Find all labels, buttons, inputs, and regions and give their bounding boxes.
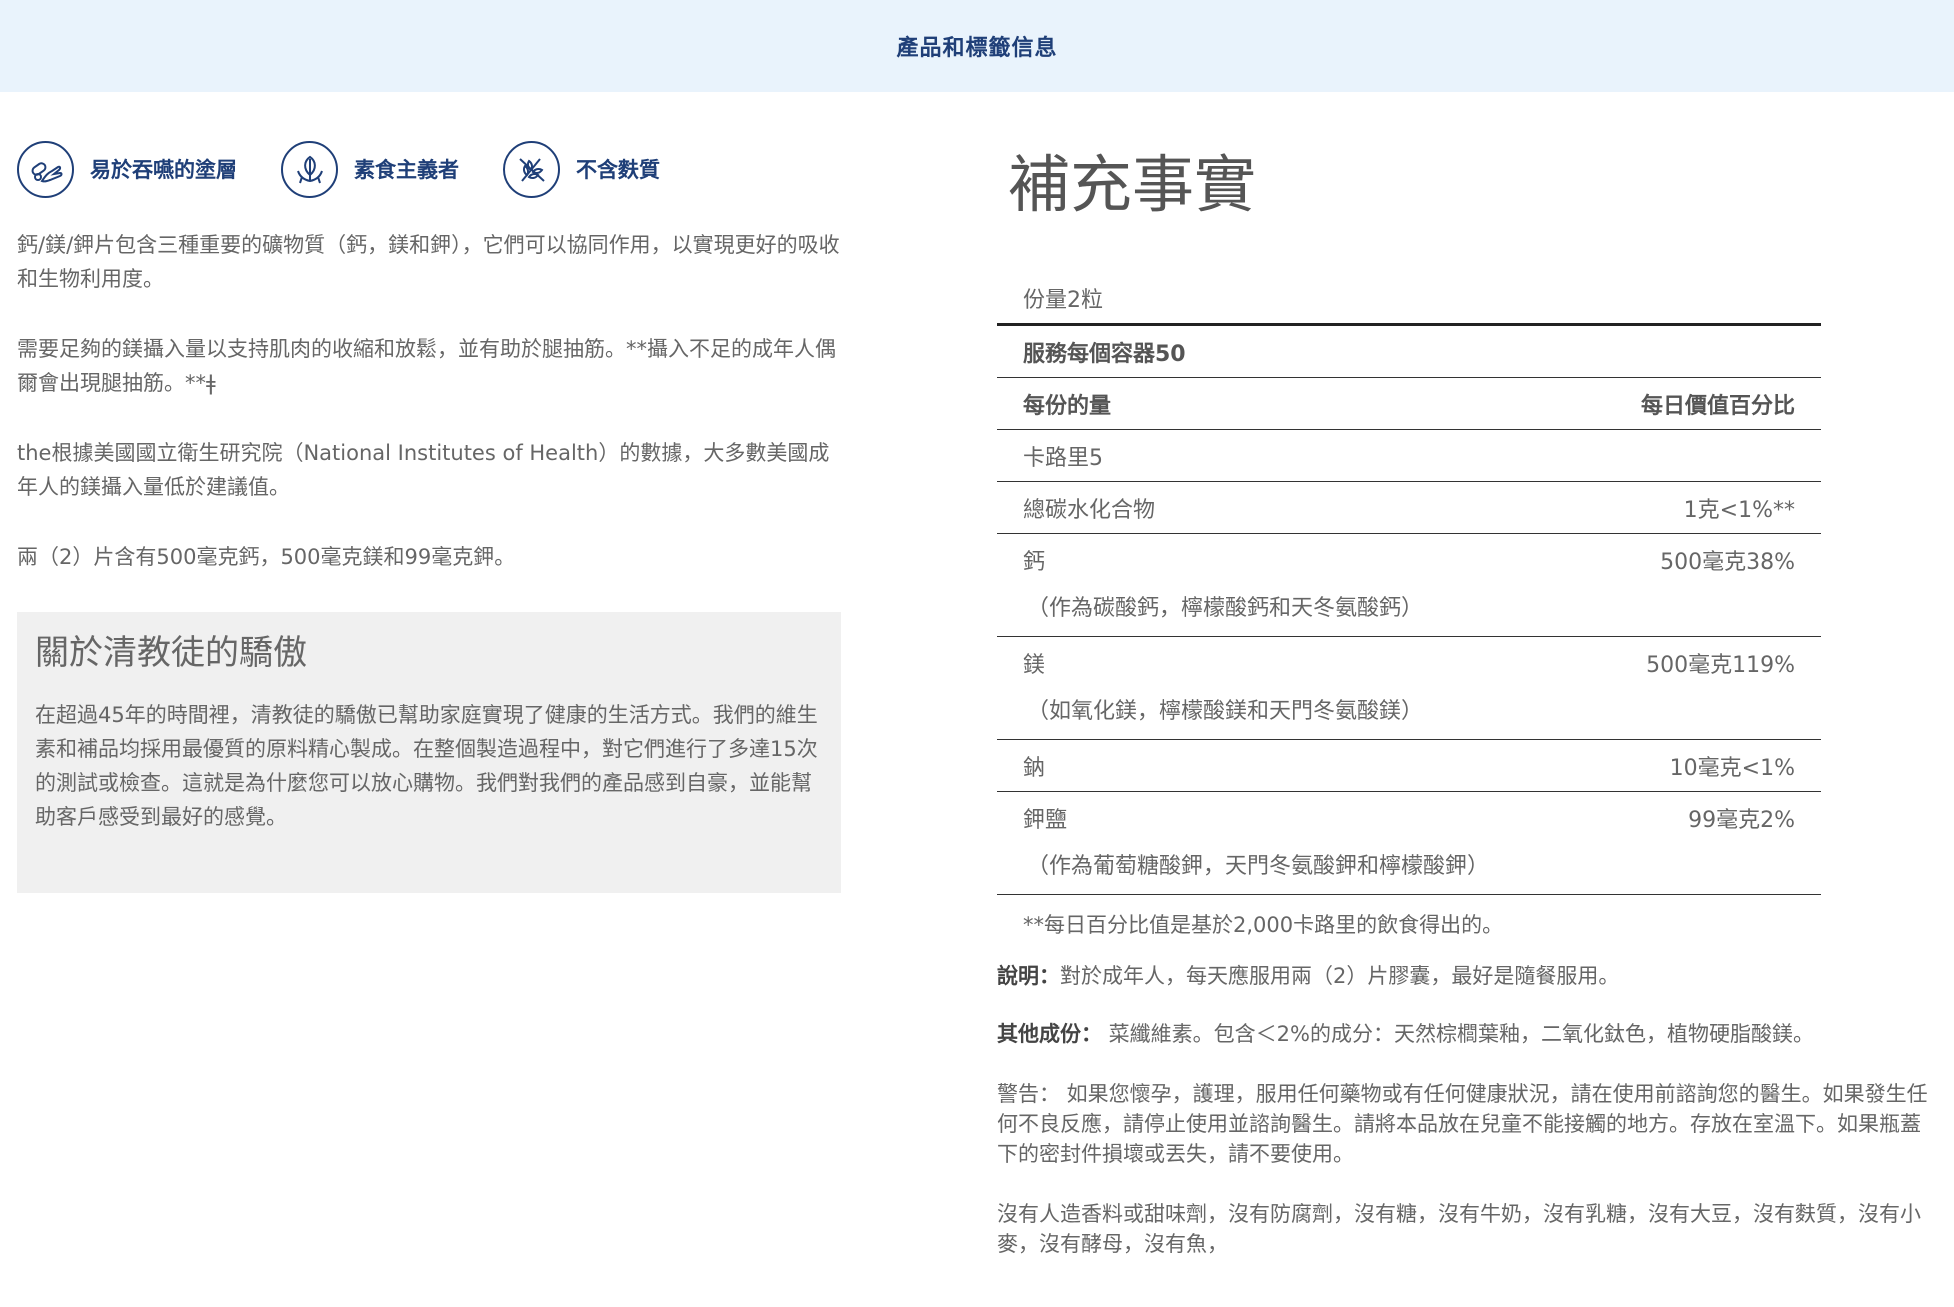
nutrient-row-calcium: 鈣 500毫克38% （作為碳酸鈣，檸檬酸鈣和天冬氨酸鈣） [997, 534, 1821, 637]
calories: 卡路里5 [1023, 445, 1103, 471]
about-body: 在超過45年的時間裡，清教徒的驕傲已幫助家庭實現了健康的生活方式。我們的維生素和… [35, 703, 818, 829]
badge-label: 不含麩質 [576, 158, 660, 182]
warning-text: 警告： 如果您懷孕，護理，服用任何藥物或有任何健康狀況，請在使用前諮詢您的醫生。… [997, 1082, 1928, 1166]
daily-value-header: 每日價值百分比 [1640, 393, 1795, 419]
serving-size: 份量2粒 [1023, 287, 1103, 313]
supplement-facts-column: 補充事實 份量2粒 服務每個容器50 每份的量 每日價值百分比 卡路里5 總碳水… [997, 140, 1937, 1259]
other-ingredients: 其他成份： 菜纖維素。包含＜2%的成分：天然棕櫚葉釉，二氧化鈦色，植物硬脂酸鎂。 [997, 1019, 1937, 1049]
nutrient-row-potassium: 鉀鹽 99毫克2% （作為葡萄糖酸鉀，天門冬氨酸鉀和檸檬酸鉀） [997, 792, 1821, 895]
description-paragraph: 鈣/鎂/鉀片包含三種重要的礦物質（鈣，鎂和鉀），它們可以協同作用，以實現更好的吸… [17, 233, 840, 291]
nutrient-row-sodium: 鈉 10毫克<1% [997, 740, 1821, 792]
nutrient-name: 鈣 [1023, 550, 1046, 575]
other-ingredients-text: 菜纖維素。包含＜2%的成分：天然棕櫚葉釉，二氧化鈦色，植物硬脂酸鎂。 [1102, 1022, 1814, 1046]
directions: 說明：對於成年人，每天應服用兩（2）片膠囊，最好是隨餐服用。 [997, 961, 1937, 991]
vegan-leaf-icon [281, 140, 338, 198]
badge-easy-swallow: 易於吞嚥的塗層 [17, 140, 237, 198]
nutrient-row-magnesium: 鎂 500毫克119% （如氧化鎂，檸檬酸鎂和天門冬氨酸鎂） [997, 637, 1821, 740]
nutrient-value: 10毫克<1% [1669, 755, 1795, 781]
directions-label: 說明： [997, 964, 1060, 988]
nutrient-source: （作為碳酸鈣，檸檬酸鈣和天冬氨酸鈣） [1027, 596, 1424, 621]
nutrient-value: 99毫克2% [1688, 808, 1795, 833]
capsule-hand-icon [17, 140, 74, 198]
nutrient-name: 鉀鹽 [1023, 808, 1068, 833]
amount-per-serving-header: 每份的量 [1023, 393, 1112, 419]
description-paragraph: 需要足夠的鎂攝入量以支持肌肉的收縮和放鬆，並有助於腿抽筋。**攝入不足的成年人偶… [17, 337, 836, 395]
badge-label: 素食主義者 [354, 158, 459, 182]
nutrient-name: 鈉 [1023, 755, 1046, 781]
feature-badges: 易於吞嚥的塗層 素食主義者 不含麩質 [17, 138, 841, 200]
product-description-column: 易於吞嚥的塗層 素食主義者 不含麩質 鈣/鎂/鉀片包含三種重要的礦物質（鈣，鎂和… [17, 138, 841, 893]
daily-value-footnote: **每日百分比值是基於2,000卡路里的飲食得出的。 [1023, 913, 1504, 937]
nutrient-name: 總碳水化合物 [1023, 497, 1156, 523]
nutrient-row-carbs: 總碳水化合物 1克<1%** [997, 482, 1821, 534]
servings-per-container: 服務每個容器50 [1023, 341, 1186, 367]
description-paragraph: 兩（2）片含有500毫克鈣，500毫克鎂和99毫克鉀。 [17, 545, 516, 569]
about-brand-panel: 關於清教徒的驕傲 在超過45年的時間裡，清教徒的驕傲已幫助家庭實現了健康的生活方… [17, 612, 841, 893]
calories-row: 卡路里5 [997, 430, 1821, 482]
badge-gluten-free: 不含麩質 [503, 140, 660, 198]
free-from-text: 沒有人造香料或甜味劑，沒有防腐劑，沒有糖，沒有牛奶，沒有乳糖，沒有大豆，沒有麩質… [997, 1202, 1921, 1256]
nutrient-value: 500毫克38% [1660, 550, 1795, 575]
badge-vegan: 素食主義者 [281, 140, 459, 198]
banner-title: 產品和標籤信息 [896, 36, 1058, 61]
directions-text: 對於成年人，每天應服用兩（2）片膠囊，最好是隨餐服用。 [1060, 964, 1620, 988]
gluten-free-wheat-icon [503, 140, 560, 198]
product-info-banner: 產品和標籤信息 [0, 0, 1954, 92]
other-ingredients-label: 其他成份： [997, 1022, 1102, 1046]
nutrient-name: 鎂 [1023, 653, 1046, 678]
facts-header-row: 每份的量 每日價值百分比 [997, 378, 1821, 430]
nutrient-value: 500毫克119% [1646, 653, 1795, 678]
description-paragraph: the根據美國國立衛生研究院（National Institutes of He… [17, 441, 830, 499]
nutrient-source: （如氧化鎂，檸檬酸鎂和天門冬氨酸鎂） [1027, 699, 1424, 724]
serving-size-row: 份量2粒 [997, 272, 1821, 326]
about-title: 關於清教徒的驕傲 [35, 633, 307, 673]
nutrient-value: 1克<1%** [1683, 497, 1795, 523]
supplement-facts-title: 補充事實 [1008, 148, 1257, 221]
servings-per-container-row: 服務每個容器50 [997, 326, 1821, 378]
badge-label: 易於吞嚥的塗層 [90, 158, 237, 182]
supplement-facts-table: 份量2粒 服務每個容器50 每份的量 每日價值百分比 卡路里5 總碳水化合物 1… [997, 272, 1821, 947]
nutrient-source: （作為葡萄糖酸鉀，天門冬氨酸鉀和檸檬酸鉀） [1027, 854, 1490, 879]
